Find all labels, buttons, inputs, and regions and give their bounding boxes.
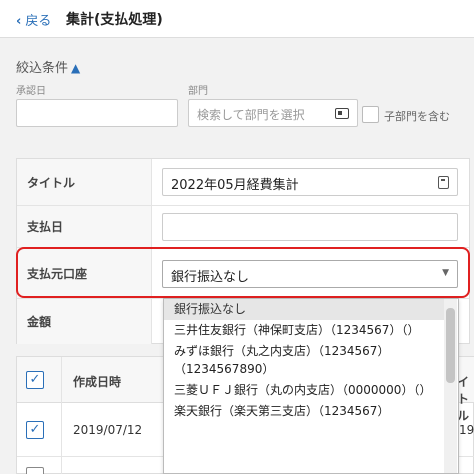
filter-toggle[interactable]: 絞込条件 ▲: [16, 57, 80, 76]
calculator-icon[interactable]: [438, 176, 449, 189]
checkmark-icon: ✓: [29, 372, 41, 387]
title-label: タイトル: [17, 159, 152, 205]
page-title: 集計(支払処理): [66, 12, 163, 28]
department-label: 部門: [188, 86, 208, 97]
card-icon[interactable]: [335, 108, 349, 119]
title-input[interactable]: 2022年05月経費集計: [162, 168, 458, 196]
row-created-date: 2019/07/12: [73, 423, 143, 437]
scrollbar-thumb[interactable]: [446, 308, 455, 383]
department-search-input[interactable]: 検索して部門を選択: [188, 99, 358, 127]
source-account-highlight: [16, 247, 470, 298]
dropdown-scrollbar[interactable]: [444, 299, 457, 473]
chevron-left-icon: ‹: [16, 14, 22, 29]
title-row: タイトル 2022年05月経費集計: [17, 159, 469, 206]
pay-date-label: 支払日: [17, 206, 152, 247]
pay-date-input[interactable]: [162, 213, 458, 241]
dropdown-option[interactable]: みずほ銀行（丸之内支店）（1234567）（1234567890）: [164, 341, 446, 380]
approval-date-label: 承認日: [16, 86, 46, 97]
dropdown-option[interactable]: 楽天銀行（楽天第三支店）（1234567）: [164, 401, 446, 422]
department-placeholder: 検索して部門を選択: [197, 108, 305, 122]
chevron-up-icon: ▲: [71, 61, 81, 75]
filter-panel: 絞込条件 ▲ 承認日 部門 検索して部門を選択 子部門を含む: [0, 44, 474, 148]
top-bar: ‹ 戻る 集計(支払処理): [0, 0, 474, 38]
include-sub-label: 子部門を含む: [384, 110, 450, 123]
amount-label: 金額: [17, 299, 152, 344]
created-column-header[interactable]: 作成日時: [73, 373, 121, 390]
source-account-dropdown: 銀行振込なし 三井住友銀行（神保町支店）（1234567）（） みずほ銀行（丸之内支…: [163, 298, 459, 474]
title-value: 2022年05月経費集計: [171, 178, 299, 193]
pay-date-row: 支払日: [17, 206, 469, 248]
dropdown-option[interactable]: 銀行振込なし: [164, 299, 446, 320]
row-checkbox[interactable]: [26, 467, 44, 474]
filter-toggle-label: 絞込条件: [16, 61, 69, 76]
dropdown-options: 銀行振込なし 三井住友銀行（神保町支店）（1234567）（） みずほ銀行（丸之内支…: [164, 299, 458, 422]
include-sub-checkbox[interactable]: [362, 106, 379, 123]
select-all-checkbox[interactable]: ✓: [26, 371, 44, 389]
dropdown-option[interactable]: 三井住友銀行（神保町支店）（1234567）（）: [164, 320, 446, 341]
back-label: 戻る: [25, 14, 52, 29]
approval-date-input[interactable]: [16, 99, 178, 127]
dropdown-option[interactable]: 三菱ＵＦＪ銀行（丸の内支店）（0000000）（）: [164, 380, 446, 401]
row-checkbox[interactable]: ✓: [26, 421, 44, 439]
row-title-partial: 19: [459, 423, 474, 437]
checkmark-icon: ✓: [29, 422, 41, 437]
back-link[interactable]: ‹ 戻る: [16, 10, 51, 29]
